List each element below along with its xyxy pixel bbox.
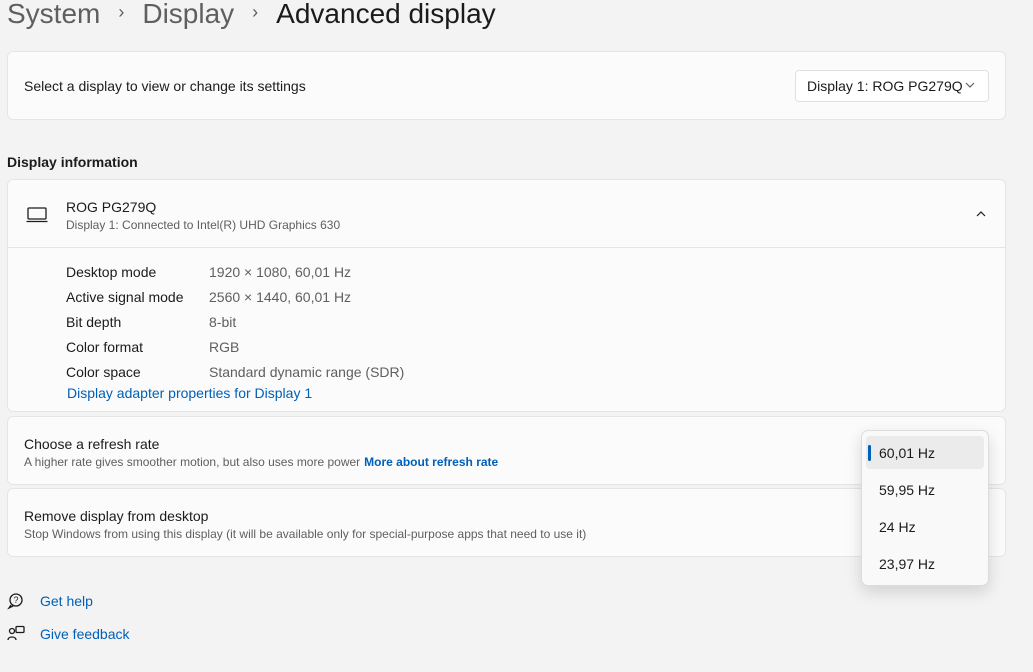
info-value: 2560 × 1440, 60,01 Hz [209, 288, 352, 305]
feedback-icon [7, 625, 25, 641]
section-title-display-information: Display information [7, 154, 138, 170]
info-key: Color format [66, 338, 144, 355]
info-key: Active signal mode [66, 288, 184, 305]
remove-display-title: Remove display from desktop [24, 508, 209, 524]
breadcrumb: System › Display › Advanced display [7, 0, 496, 34]
info-value: 8-bit [209, 313, 237, 330]
refresh-rate-option[interactable]: 60,01 Hz [866, 436, 984, 469]
more-about-refresh-rate-link[interactable]: More about refresh rate [364, 455, 498, 469]
display-connection: Display 1: Connected to Intel(R) UHD Gra… [66, 218, 341, 232]
breadcrumb-system[interactable]: System [7, 0, 100, 34]
svg-text:?: ? [13, 595, 18, 605]
refresh-rate-card: Choose a refresh rate A higher rate give… [7, 416, 1006, 485]
display-name: ROG PG279Q [66, 199, 157, 215]
display-select-value: Display 1: ROG PG279Q [807, 78, 963, 94]
display-info-rows: Desktop mode 1920 × 1080, 60,01 Hz Active… [66, 259, 404, 384]
get-help-link[interactable]: ? Get help [7, 592, 93, 610]
info-row: Bit depth 8-bit [66, 309, 404, 334]
info-key: Color space [66, 363, 141, 380]
info-key: Desktop mode [66, 263, 157, 280]
page-title: Advanced display [276, 0, 496, 29]
chevron-up-icon[interactable] [975, 208, 987, 220]
refresh-rate-description: A higher rate gives smoother motion, but… [24, 455, 498, 469]
info-row: Color format RGB [66, 334, 404, 359]
info-value: RGB [209, 338, 240, 355]
help-icon: ? [7, 593, 23, 610]
breadcrumb-display[interactable]: Display [142, 0, 234, 34]
select-display-label: Select a display to view or change its s… [24, 78, 306, 94]
refresh-rate-option[interactable]: 23,97 Hz [866, 547, 984, 580]
remove-display-card: Remove display from desktop Stop Windows… [7, 488, 1006, 557]
info-row: Active signal mode 2560 × 1440, 60,01 Hz [66, 284, 404, 309]
give-feedback-link[interactable]: Give feedback [7, 625, 130, 643]
info-row: Color space Standard dynamic range (SDR) [66, 359, 404, 384]
refresh-rate-option[interactable]: 24 Hz [866, 510, 984, 543]
remove-display-subtitle: Stop Windows from using this display (it… [24, 527, 587, 541]
get-help-label: Get help [40, 593, 93, 609]
refresh-rate-title: Choose a refresh rate [24, 436, 160, 452]
display-information-header[interactable]: ROG PG279Q Display 1: Connected to Intel… [8, 180, 1005, 248]
info-value: 1920 × 1080, 60,01 Hz [209, 263, 352, 280]
refresh-rate-option[interactable]: 59,95 Hz [866, 473, 984, 506]
chevron-down-icon [965, 82, 975, 88]
chevron-right-icon: › [252, 2, 259, 22]
refresh-rate-subtitle: A higher rate gives smoother motion, but… [24, 455, 361, 469]
select-display-card: Select a display to view or change its s… [7, 51, 1006, 120]
give-feedback-label: Give feedback [40, 626, 130, 642]
info-value: Standard dynamic range (SDR) [209, 363, 405, 380]
refresh-rate-dropdown-list: 60,01 Hz 59,95 Hz 24 Hz 23,97 Hz [861, 430, 989, 586]
info-row: Desktop mode 1920 × 1080, 60,01 Hz [66, 259, 404, 284]
chevron-right-icon: › [118, 2, 125, 22]
adapter-properties-link[interactable]: Display adapter properties for Display 1 [67, 385, 312, 401]
info-key: Bit depth [66, 313, 122, 330]
monitor-icon [26, 207, 48, 223]
display-select[interactable]: Display 1: ROG PG279Q [795, 70, 989, 102]
display-information-card: ROG PG279Q Display 1: Connected to Intel… [7, 179, 1006, 412]
